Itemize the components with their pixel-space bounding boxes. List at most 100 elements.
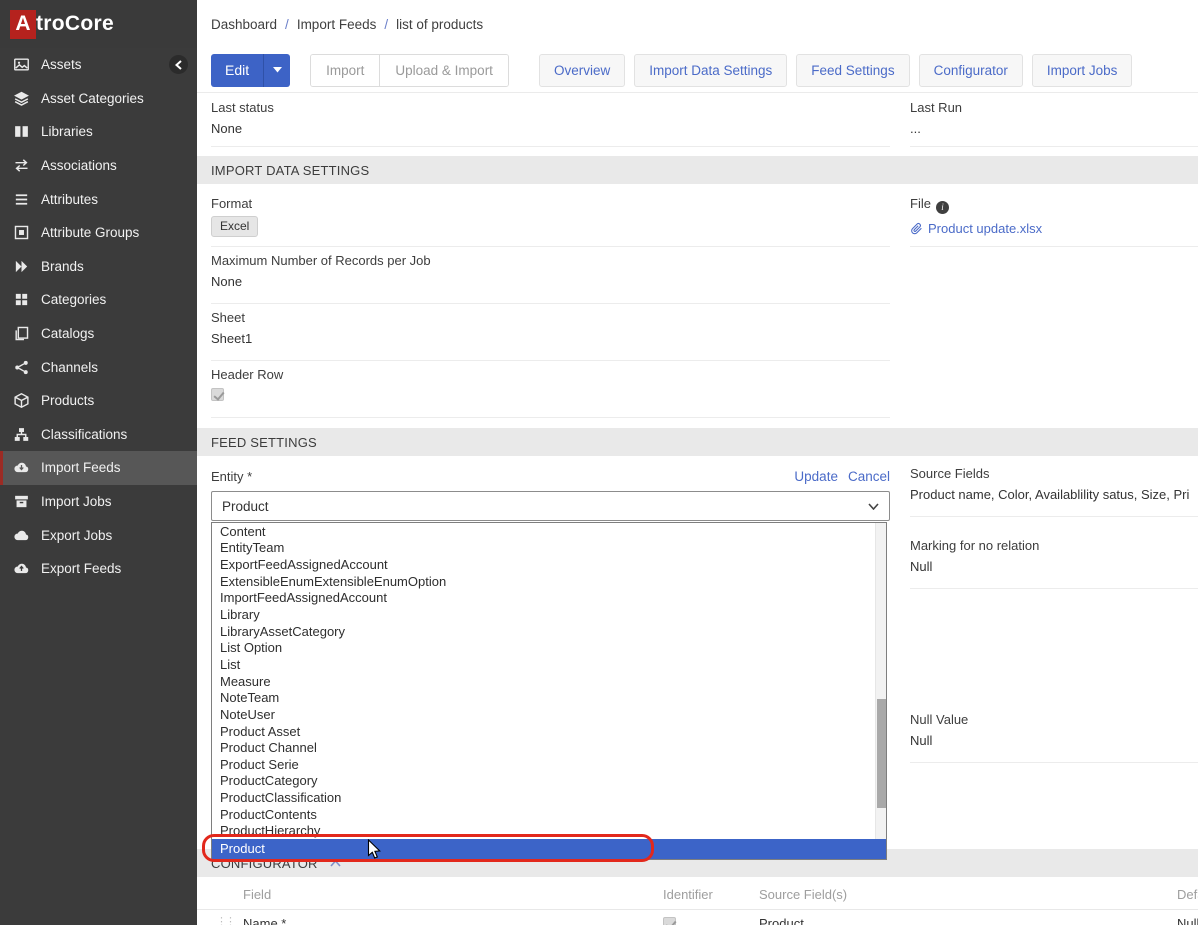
dropdown-option[interactable]: List Option bbox=[212, 639, 875, 656]
sidebar-item-export-feeds[interactable]: Export Feeds bbox=[0, 552, 197, 586]
tab-configurator[interactable]: Configurator bbox=[919, 54, 1023, 87]
cancel-link[interactable]: Cancel bbox=[848, 469, 890, 484]
dropdown-option[interactable]: EntityTeam bbox=[212, 540, 875, 557]
sidebar-item-label: Associations bbox=[41, 158, 117, 173]
sidebar-item-label: Classifications bbox=[41, 427, 127, 442]
atrocore-logo[interactable]: A troCore bbox=[0, 0, 197, 48]
scrollbar-thumb[interactable] bbox=[877, 699, 886, 808]
marking-field: Marking for no relation Null bbox=[910, 538, 1198, 589]
dropdown-option[interactable]: Library bbox=[212, 606, 875, 623]
file-field: File Product update.xlsx bbox=[910, 196, 1198, 247]
file-link[interactable]: Product update.xlsx bbox=[910, 221, 1198, 236]
edit-dropdown-button[interactable] bbox=[263, 54, 290, 87]
archive-icon bbox=[13, 493, 30, 510]
dropdown-option-selected[interactable]: Product bbox=[212, 839, 886, 859]
sidebar-item-products[interactable]: Products bbox=[0, 384, 197, 418]
dropdown-option[interactable]: ImportFeedAssignedAccount bbox=[212, 590, 875, 607]
breadcrumb-import-feeds[interactable]: Import Feeds bbox=[297, 17, 377, 32]
book-icon bbox=[13, 123, 30, 140]
upload-and-import-button[interactable]: Upload & Import bbox=[379, 55, 508, 86]
row-field-name: Name * bbox=[243, 916, 286, 925]
sidebar-collapse-button[interactable] bbox=[169, 55, 188, 74]
format-field: Format Excel bbox=[211, 196, 890, 247]
cube-icon bbox=[13, 392, 30, 409]
dropdown-option[interactable]: Product Asset bbox=[212, 723, 875, 740]
dropdown-option[interactable]: ExtensibleEnumExtensibleEnumOption bbox=[212, 573, 875, 590]
cloud-icon bbox=[13, 527, 30, 544]
table-divider bbox=[197, 909, 1198, 910]
tab-import-data-settings[interactable]: Import Data Settings bbox=[634, 54, 787, 87]
marking-label: Marking for no relation bbox=[910, 538, 1198, 553]
sidebar-item-import-feeds[interactable]: Import Feeds bbox=[0, 451, 197, 485]
sidebar-item-label: Import Feeds bbox=[41, 460, 121, 475]
sidebar-item-export-jobs[interactable]: Export Jobs bbox=[0, 518, 197, 552]
sidebar-item-label: Import Jobs bbox=[41, 494, 112, 509]
dropdown-option[interactable]: Content bbox=[212, 523, 875, 540]
sidebar-item-assets[interactable]: Assets bbox=[0, 48, 197, 82]
dropdown-option[interactable]: ProductContents bbox=[212, 806, 875, 823]
update-link[interactable]: Update bbox=[794, 469, 838, 484]
sidebar-item-classifications[interactable]: Classifications bbox=[0, 418, 197, 452]
last-status-value: None bbox=[211, 121, 890, 136]
sidebar-nav: AssetsAsset Categories Libraries Associati… bbox=[0, 48, 197, 586]
sitemap-icon bbox=[13, 426, 30, 443]
dropdown-option[interactable]: NoteTeam bbox=[212, 689, 875, 706]
entity-select[interactable]: Product bbox=[211, 491, 890, 521]
import-button[interactable]: Import bbox=[311, 55, 379, 86]
list-icon bbox=[13, 191, 30, 208]
sidebar-item-asset-categories[interactable]: Asset Categories bbox=[0, 82, 197, 116]
dropdown-option[interactable]: LibraryAssetCategory bbox=[212, 623, 875, 640]
sidebar-item-label: Catalogs bbox=[41, 326, 94, 341]
dropdown-option[interactable]: List bbox=[212, 656, 875, 673]
import-button-group: Import Upload & Import bbox=[310, 54, 509, 87]
dropdown-option[interactable]: ExportFeedAssignedAccount bbox=[212, 556, 875, 573]
dropdown-option[interactable]: Product Channel bbox=[212, 739, 875, 756]
dropdown-option[interactable]: ProductClassification bbox=[212, 789, 875, 806]
sidebar-item-libraries[interactable]: Libraries bbox=[0, 115, 197, 149]
edit-button-label[interactable]: Edit bbox=[211, 54, 263, 87]
sheet-value: Sheet1 bbox=[211, 331, 890, 346]
panel-tabs: Overview Import Data Settings Feed Setti… bbox=[539, 54, 1132, 87]
cloud-down-icon bbox=[13, 459, 30, 476]
tab-feed-settings[interactable]: Feed Settings bbox=[796, 54, 909, 87]
sidebar-item-categories[interactable]: Categories bbox=[0, 283, 197, 317]
collapse-section-icon[interactable] bbox=[330, 860, 341, 867]
sidebar-item-catalogs[interactable]: Catalogs bbox=[0, 317, 197, 351]
null-value-field: Null Value Null bbox=[910, 712, 1198, 763]
header-row-label: Header Row bbox=[211, 367, 890, 382]
paperclip-icon bbox=[910, 222, 923, 235]
caret-down-icon bbox=[273, 67, 282, 73]
format-label: Format bbox=[211, 196, 890, 211]
breadcrumb-current: list of products bbox=[396, 17, 483, 32]
max-records-field: Maximum Number of Records per Job None bbox=[211, 253, 890, 304]
edit-button[interactable]: Edit bbox=[211, 54, 290, 87]
file-name: Product update.xlsx bbox=[928, 221, 1042, 236]
dropdown-option[interactable]: Measure bbox=[212, 673, 875, 690]
tab-overview[interactable]: Overview bbox=[539, 54, 625, 87]
row-identifier-checkbox[interactable] bbox=[663, 917, 676, 925]
header-row-checkbox[interactable] bbox=[211, 388, 224, 401]
last-status-label: Last status bbox=[211, 100, 890, 115]
last-status-field: Last status None bbox=[211, 100, 890, 147]
sidebar-item-import-jobs[interactable]: Import Jobs bbox=[0, 485, 197, 519]
sidebar-item-attributes[interactable]: Attributes bbox=[0, 182, 197, 216]
sidebar-item-associations[interactable]: Associations bbox=[0, 149, 197, 183]
last-run-field: Last Run ... bbox=[910, 100, 1198, 147]
row-default-value: Null bbox=[1177, 916, 1198, 925]
column-header-identifier: Identifier bbox=[663, 887, 713, 902]
sidebar-item-brands[interactable]: Brands bbox=[0, 250, 197, 284]
entity-dropdown-list: ContentEntityTeamExportFeedAssignedAccou… bbox=[212, 523, 886, 859]
dropdown-scrollbar[interactable] bbox=[875, 523, 886, 839]
dropdown-option[interactable]: ProductCategory bbox=[212, 773, 875, 790]
breadcrumb-dashboard[interactable]: Dashboard bbox=[211, 17, 277, 32]
sidebar-item-attribute-groups[interactable]: Attribute Groups bbox=[0, 216, 197, 250]
info-icon[interactable] bbox=[936, 201, 949, 214]
dropdown-option[interactable]: NoteUser bbox=[212, 706, 875, 723]
tab-import-jobs[interactable]: Import Jobs bbox=[1032, 54, 1133, 87]
dropdown-option[interactable]: Product Serie bbox=[212, 756, 875, 773]
sidebar-item-label: Export Jobs bbox=[41, 528, 112, 543]
sidebar-item-label: Libraries bbox=[41, 124, 93, 139]
dropdown-option[interactable]: ProductHierarchy bbox=[212, 823, 875, 840]
sidebar-item-channels[interactable]: Channels bbox=[0, 350, 197, 384]
drag-handle-icon[interactable] bbox=[216, 915, 234, 925]
